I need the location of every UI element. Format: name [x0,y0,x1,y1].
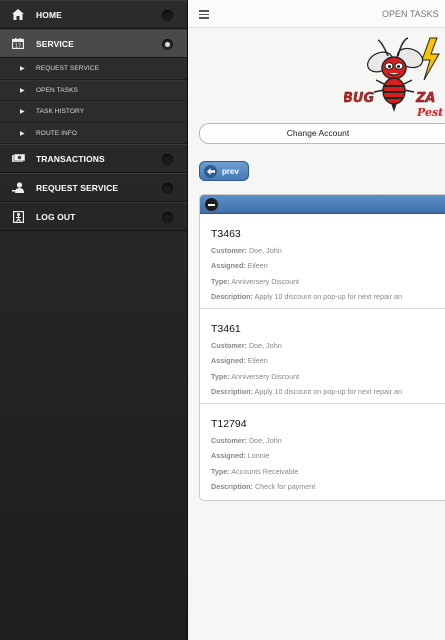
sidebar: HOME 17 SERVICE ▶ REQUEST SERVICE ▶ OPEN… [0,0,188,640]
assigned-value: Eileen [247,356,268,366]
type-label: Type: [211,276,230,286]
type-label: Type: [211,371,230,381]
description-value: Apply 10 discount on pop-up for next rep… [254,291,402,301]
nav-home[interactable]: HOME [0,0,187,29]
chevron-right-icon: ▶ [20,109,25,116]
customer-label: Customer: [211,246,247,255]
nav-service-indicator [162,39,173,50]
page-title: OPEN TASKS [382,9,439,19]
description-value: Check for payment [254,481,316,491]
subnav-task-history-label: TASK HISTORY [36,108,85,116]
nav-transactions-indicator [162,154,173,165]
open-tasks-panel: T3463 Customer: Doe, John Assigned: Eile… [199,194,445,501]
task-item[interactable]: T3461 Customer: Doe, John Assigned: Eile… [200,309,445,404]
subnav-request-service-label: REQUEST SERVICE [36,65,100,73]
subnav-task-history[interactable]: ▶ TASK HISTORY [0,101,187,123]
assigned-label: Assigned: [211,261,246,271]
subnav-open-tasks[interactable]: ▶ OPEN TASKS [0,79,187,101]
subnav-request-service[interactable]: ▶ REQUEST SERVICE [0,58,187,80]
task-customer: Customer: Doe, John [211,436,445,445]
task-description: Description: Check for payment [211,482,445,491]
svg-text:17: 17 [15,44,21,50]
task-assigned: Assigned: Lonnie [211,451,445,460]
subnav-open-tasks-label: OPEN TASKS [36,86,78,94]
type-value: Anniversery Discount [231,371,300,381]
nav-transactions-label: TRANSACTIONS [36,153,105,164]
assigned-label: Assigned: [211,451,246,461]
home-icon [0,9,36,20]
customer-value: Doe, John [248,436,282,445]
chevron-right-icon: ▶ [20,87,25,94]
money-icon [0,154,36,163]
nav-request-service[interactable]: REQUEST SERVICE [0,173,187,202]
nav-home-label: HOME [36,9,62,20]
task-item[interactable]: T12794 Customer: Doe, John Assigned: Lon… [200,404,445,499]
company-logo: BUG ZA Pest [343,36,445,120]
task-type: Type: Anniversery Discount [211,277,445,286]
assigned-value: Lonnie [247,451,270,461]
task-customer: Customer: Doe, John [211,246,445,255]
prev-button[interactable]: prev [199,161,249,181]
logo-text-bug: BUG [344,91,374,106]
logo-text-za: ZA [415,91,436,106]
task-assigned: Assigned: Eileen [211,261,445,270]
panel-header[interactable] [200,195,445,214]
description-label: Description: [211,291,253,301]
task-customer: Customer: Doe, John [211,341,445,350]
chevron-right-icon: ▶ [20,66,25,73]
task-type: Type: Accounts Receivable [211,467,445,476]
type-label: Type: [211,466,230,476]
nav-log-out[interactable]: LOG OUT [0,202,187,231]
task-item[interactable]: T3463 Customer: Doe, John Assigned: Eile… [200,214,445,309]
calendar-icon: 17 [0,38,36,49]
customer-value: Doe, John [248,246,282,255]
task-description: Description: Apply 10 discount on pop-up… [211,292,445,301]
assigned-value: Eileen [247,261,268,271]
task-id: T3461 [211,323,241,335]
subnav-route-info[interactable]: ▶ ROUTE INFO [0,122,187,144]
prev-button-label: prev [222,166,239,176]
person-request-icon [0,182,36,193]
task-assigned: Assigned: Eileen [211,356,445,365]
logo-text-pest: Pest [416,106,443,119]
description-label: Description: [211,481,253,491]
nav-request-service-label: REQUEST SERVICE [36,182,119,193]
chevron-right-icon: ▶ [20,130,25,137]
logout-icon [0,210,36,223]
customer-label: Customer: [211,436,247,445]
subnav-route-info-label: ROUTE INFO [36,129,78,137]
change-account-label: Change Account [286,128,350,138]
task-description: Description: Apply 10 discount on pop-up… [211,387,445,396]
customer-value: Doe, John [248,341,282,350]
type-value: Anniversery Discount [231,276,300,286]
nav-service[interactable]: 17 SERVICE [0,29,187,58]
arrow-left-icon [204,164,217,178]
task-type: Type: Anniversery Discount [211,372,445,381]
change-account-button[interactable]: Change Account [199,123,445,144]
customer-label: Customer: [211,341,247,350]
nav-transactions[interactable]: TRANSACTIONS [0,144,187,173]
assigned-label: Assigned: [211,356,246,366]
top-bar: OPEN TASKS [188,0,445,28]
task-id: T3463 [211,228,241,240]
type-value: Accounts Receivable [231,466,299,476]
menu-icon[interactable] [199,10,209,19]
nav-home-indicator [162,10,173,21]
description-label: Description: [211,386,253,396]
collapse-minus-icon[interactable] [205,198,218,211]
nav-log-out-label: LOG OUT [36,211,76,222]
nav-service-label: SERVICE [36,38,74,49]
task-id: T12794 [211,418,247,430]
description-value: Apply 10 discount on pop-up for next rep… [254,386,402,396]
main-content: OPEN TASKS BUG ZA Pest Change Account pr… [188,0,445,640]
nav-log-out-indicator [162,212,173,223]
nav-request-service-indicator [162,183,173,194]
